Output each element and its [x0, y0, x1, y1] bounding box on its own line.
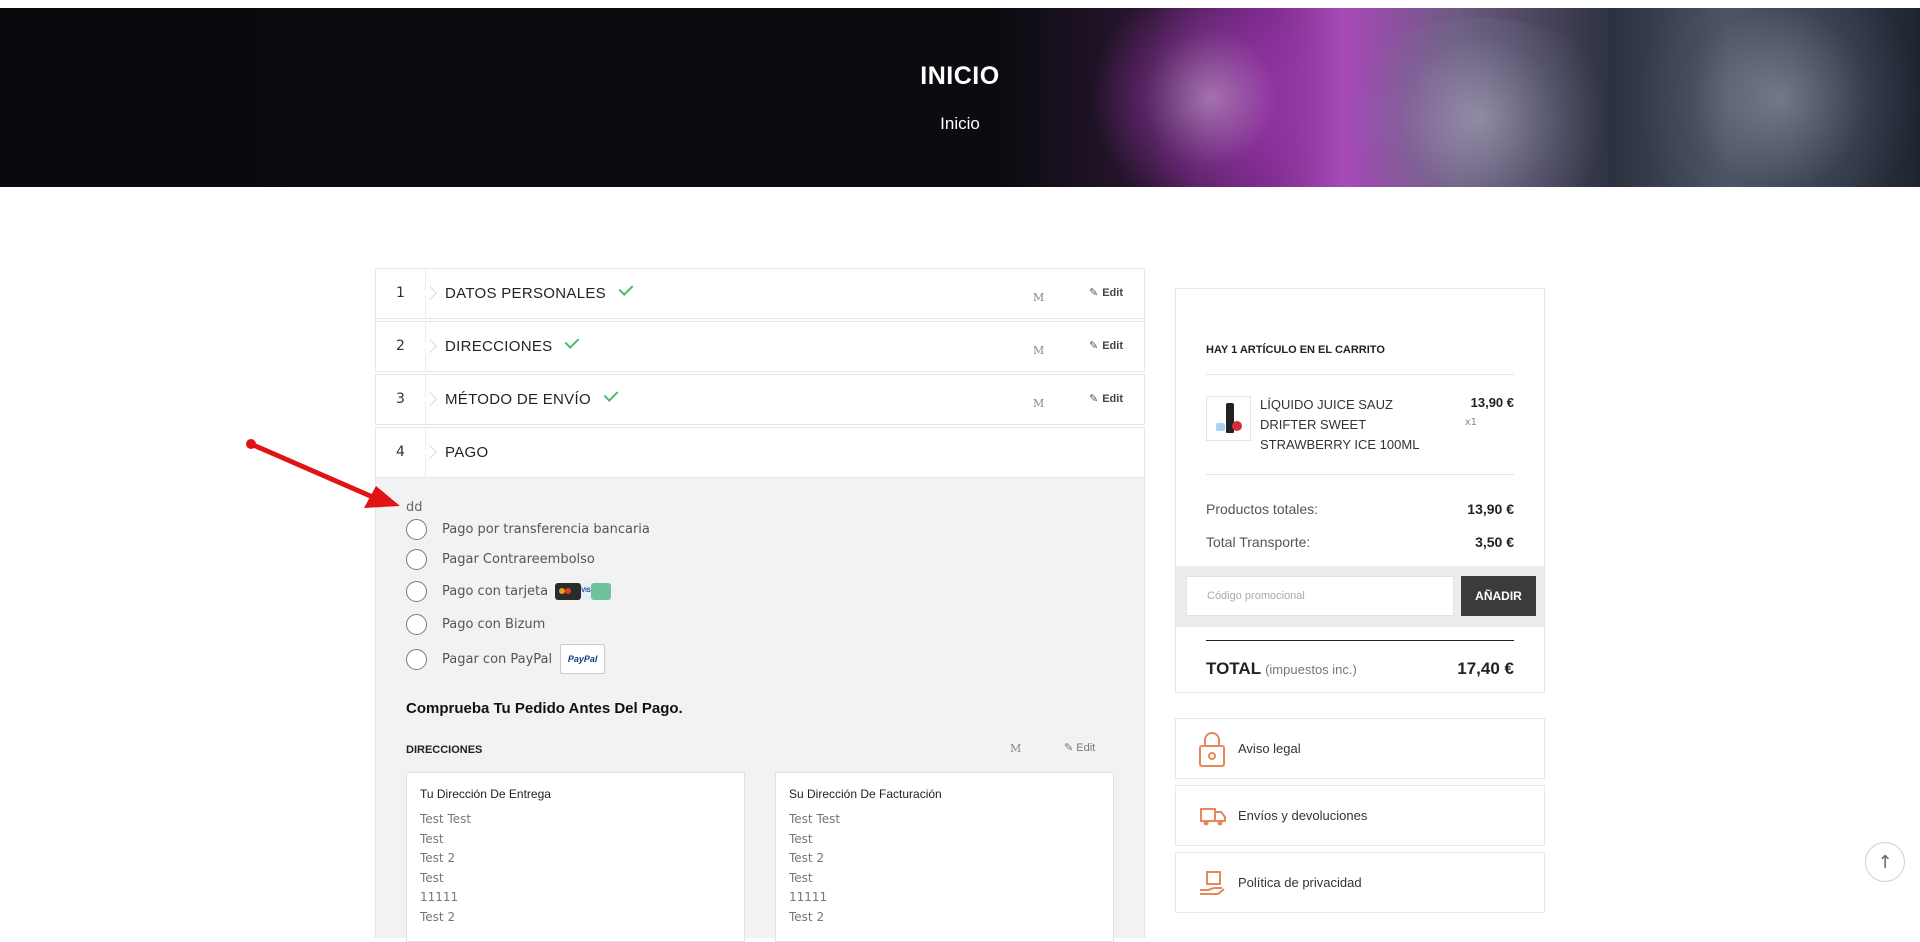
step-addresses[interactable]: 2 DIRECCIONES M ✎ Edit — [375, 321, 1145, 372]
check-icon — [603, 387, 619, 402]
billing-address-box: Su Dirección De Facturación Test Test Te… — [775, 772, 1114, 942]
scroll-to-top-button[interactable]: ↑ — [1865, 842, 1905, 882]
shipping-returns-link[interactable]: Envíos y devoluciones — [1175, 785, 1545, 846]
payment-option-card[interactable]: Pago con tarjeta VISA — [406, 580, 612, 602]
cart-count: HAY 1 ARTÍCULO EN EL CARRITO — [1206, 344, 1385, 356]
delivery-address-box: Tu Dirección De Entrega Test Test Test T… — [406, 772, 745, 942]
address-line: Test — [789, 831, 813, 846]
divider — [1206, 474, 1514, 475]
payment-option-paypal[interactable]: Pagar con PayPal PayPal — [406, 644, 606, 674]
promo-code-input[interactable]: Código promocional — [1186, 576, 1454, 616]
step-number: 1 — [376, 269, 426, 318]
payment-option-cod[interactable]: Pagar Contrareembolso — [406, 548, 595, 570]
pencil-icon: ✎ — [1089, 340, 1099, 352]
total-value: 17,40 € — [1457, 659, 1514, 678]
radio-button[interactable] — [406, 613, 427, 635]
cart-summary: HAY 1 ARTÍCULO EN EL CARRITO LÍQUIDO JUI… — [1175, 288, 1545, 693]
subtotal-row: Productos totales: 13,90 € — [1206, 501, 1514, 517]
addresses-edit-button[interactable]: ✎ Edit — [1064, 741, 1095, 754]
step-title: DATOS PERSONALES — [445, 285, 606, 302]
radio-button[interactable] — [406, 580, 427, 602]
step-payment: 4 PAGO — [375, 427, 1145, 478]
truck-icon — [1198, 797, 1226, 835]
lock-icon — [1198, 730, 1226, 768]
step-m-label: M — [1033, 397, 1045, 410]
pencil-icon: ✎ — [1089, 393, 1099, 405]
promo-section: Código promocional AÑADIR — [1176, 566, 1544, 627]
address-line: Test — [420, 831, 444, 846]
address-line: Test 2 — [789, 909, 825, 924]
shipping-value: 3,50 € — [1475, 534, 1514, 550]
total-row: TOTAL (impuestos inc.) 17,40 € — [1206, 659, 1514, 678]
shipping-row: Total Transporte: 3,50 € — [1206, 534, 1514, 550]
smoke-decoration — [1330, 18, 1630, 187]
privacy-policy-link[interactable]: Política de privacidad — [1175, 852, 1545, 913]
product-price: 13,90 € — [1470, 395, 1514, 410]
check-icon — [565, 334, 580, 349]
address-line: Test — [789, 870, 813, 885]
radio-button[interactable] — [406, 548, 427, 570]
payment-panel: dd Pago por transferencia bancaria Pagar… — [375, 478, 1145, 942]
smoke-decoration — [1620, 8, 1920, 187]
radio-button[interactable] — [406, 518, 427, 540]
page-title: INICIO — [920, 62, 1000, 90]
step-m-label: M — [1033, 291, 1045, 304]
edit-button[interactable]: ✎ Edit — [1089, 392, 1123, 405]
edit-button[interactable]: ✎ Edit — [1089, 339, 1123, 352]
billing-address-title: Su Dirección De Facturación — [789, 787, 942, 801]
check-icon — [618, 281, 634, 296]
product-quantity: x1 — [1464, 417, 1477, 428]
address-line: Test Test — [420, 812, 472, 826]
pencil-icon: ✎ — [1089, 287, 1099, 299]
breadcrumb[interactable]: Inicio — [0, 114, 1920, 134]
address-line: Test 2 — [420, 851, 456, 865]
payment-option-bizum[interactable]: Pago con Bizum — [406, 613, 545, 635]
review-title: Comprueba Tu Pedido Antes Del Pago. — [406, 700, 683, 717]
legal-notice-link[interactable]: Aviso legal — [1175, 718, 1545, 779]
subtotal-value: 13,90 € — [1467, 501, 1514, 517]
step-m-label: M — [1033, 344, 1045, 357]
annotation-arrow-icon — [246, 439, 400, 508]
address-line: Test 2 — [789, 851, 825, 865]
arrow-up-icon: ↑ — [1877, 851, 1893, 873]
edit-button[interactable]: ✎ Edit — [1089, 286, 1123, 299]
smoke-decoration — [1080, 8, 1340, 187]
addresses-heading: DIRECCIONES — [406, 744, 483, 756]
product-name[interactable]: LÍQUIDO JUICE SAUZ DRIFTER SWEET STRAWBE… — [1260, 395, 1420, 455]
step-number: 2 — [376, 322, 426, 371]
address-line: 11111 — [420, 890, 459, 904]
step-personal-data[interactable]: 1 DATOS PERSONALES M ✎ Edit — [375, 268, 1145, 319]
divider — [1206, 374, 1514, 375]
hand-box-icon — [1198, 864, 1226, 902]
paypal-logo: PayPal — [560, 644, 606, 674]
credit-cards-icon: VISA — [555, 582, 612, 600]
payment-option-transfer[interactable]: Pago por transferencia bancaria — [406, 518, 650, 540]
add-promo-button[interactable]: AÑADIR — [1461, 576, 1536, 616]
addresses-m-label: M — [1010, 742, 1022, 755]
address-line: 11111 — [789, 890, 828, 904]
step-shipping-method[interactable]: 3 MÉTODO DE ENVÍO M ✎ Edit — [375, 374, 1145, 425]
divider — [1206, 640, 1514, 641]
step-title: DIRECCIONES — [445, 338, 553, 355]
hero-banner: INICIO Inicio — [0, 8, 1920, 187]
address-line: Test — [420, 870, 444, 885]
step-title: MÉTODO DE ENVÍO — [445, 391, 591, 408]
radio-button[interactable] — [406, 648, 427, 670]
product-thumbnail[interactable] — [1206, 396, 1251, 441]
checkout-steps: 1 DATOS PERSONALES M ✎ Edit 2 DIRECCIONES… — [375, 268, 1145, 480]
pencil-icon: ✎ — [1064, 742, 1074, 754]
step-title: PAGO — [445, 444, 489, 461]
address-line: Test 2 — [420, 909, 456, 924]
delivery-address-title: Tu Dirección De Entrega — [420, 787, 551, 801]
address-line: Test Test — [789, 812, 841, 826]
step-number: 3 — [376, 375, 426, 424]
